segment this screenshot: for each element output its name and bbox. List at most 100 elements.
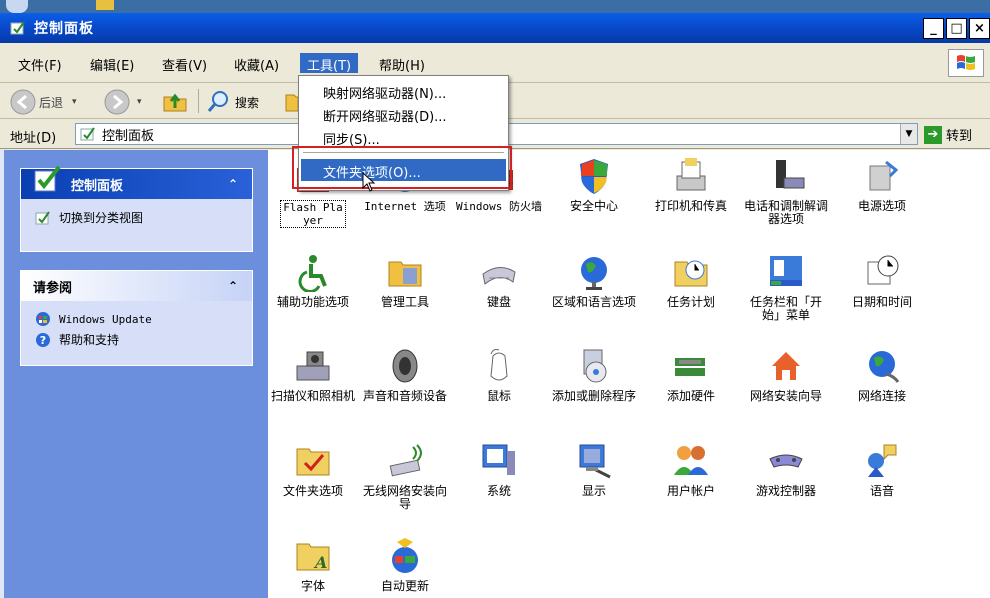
back-dropdown-icon[interactable]: ▾ [72, 97, 77, 107]
cp-item-fonts[interactable]: A 字体 [268, 536, 358, 593]
menu-file[interactable]: 文件(F) [11, 53, 69, 74]
cp-item-printers[interactable]: 打印机和传真 [646, 156, 736, 213]
fonts-icon: A [296, 543, 330, 572]
windows-update-label: Windows Update [59, 312, 152, 326]
cp-item-keyboard[interactable]: 键盘 [454, 252, 544, 309]
cp-item-system[interactable]: 系统 [454, 441, 544, 498]
map-network-drive-item[interactable]: 映射网络驱动器(N)... [301, 80, 506, 102]
restore-button[interactable]: □ [946, 18, 967, 39]
cp-item-label: 系统 [486, 484, 511, 498]
go-label: 转到 [946, 129, 973, 144]
cp-item-label: 添加或删除程序 [551, 389, 636, 403]
folder-options-icon [296, 448, 330, 476]
collapse-chevron-icon[interactable]: ⌃ [228, 279, 238, 293]
address-value: 控制面板 [102, 128, 155, 144]
cp-item-user-accounts[interactable]: 用户帐户 [646, 441, 736, 498]
search-label: 搜索 [235, 95, 260, 110]
disconnect-network-drive-item[interactable]: 断开网络驱动器(D)... [301, 103, 506, 125]
menu-edit[interactable]: 编辑(E) [83, 53, 141, 74]
go-arrow-icon: ➔ [924, 125, 942, 144]
go-button[interactable]: ➔ 转到 [924, 125, 972, 144]
windows-update-link[interactable]: Windows Update [21, 309, 252, 329]
cp-item-mouse[interactable]: 鼠标 [454, 346, 544, 403]
cp-item-network-setup[interactable]: 网络安装向导 [741, 346, 831, 403]
cp-item-label: 日期和时间 [851, 295, 912, 309]
cp-item-scanner-camera[interactable]: 扫描仪和照相机 [268, 346, 358, 403]
control-panel-section-header[interactable]: 控制面板 ⌃ [21, 165, 252, 199]
cp-item-label: 鼠标 [486, 389, 511, 403]
cp-item-region-language[interactable]: 区域和语言选项 [549, 252, 639, 309]
printers-icon [676, 158, 706, 191]
up-button[interactable] [162, 89, 188, 113]
cp-item-label: 无线网络安装向导 [362, 484, 447, 511]
cp-item-folder-options[interactable]: 文件夹选项 [268, 441, 358, 498]
taskbar-icon [770, 256, 802, 286]
cp-item-game-controllers[interactable]: 游戏控制器 [741, 441, 831, 498]
cp-item-wireless-setup[interactable]: 无线网络安装向导 [360, 441, 450, 511]
cp-item-accessibility[interactable]: 辅助功能选项 [268, 252, 358, 309]
cp-item-label: 打印机和传真 [654, 199, 727, 213]
cp-item-date-time[interactable]: 日期和时间 [837, 252, 927, 309]
cp-item-sound[interactable]: 声音和音频设备 [360, 346, 450, 403]
cp-item-auto-update[interactable]: 自动更新 [360, 536, 450, 593]
cp-item-phone-modem[interactable]: 电话和调制解调器选项 [741, 156, 831, 226]
windows-logo-icon [948, 49, 984, 77]
folders-icon [285, 94, 298, 112]
cp-item-label: Internet 选项 [364, 200, 446, 213]
search-icon [207, 91, 228, 112]
synchronize-item[interactable]: 同步(S)... [301, 126, 506, 148]
collapse-chevron-icon[interactable]: ⌃ [228, 177, 238, 191]
accessibility-icon [298, 255, 327, 292]
cp-item-label: 电话和调制解调器选项 [743, 199, 828, 226]
menu-tools[interactable]: 工具(T) [300, 53, 359, 74]
menu-favorites[interactable]: 收藏(A) [227, 53, 286, 74]
cp-item-label: 网络安装向导 [749, 389, 822, 403]
add-hardware-icon [675, 358, 705, 376]
cp-item-scheduled-tasks[interactable]: 任务计划 [646, 252, 736, 309]
cp-item-label: 任务计划 [666, 295, 715, 309]
cp-item-label: 文件夹选项 [282, 484, 343, 498]
cp-item-label: 声音和音频设备 [362, 389, 447, 403]
display-icon [579, 444, 611, 479]
cp-item-speech[interactable]: 语音 [837, 441, 927, 498]
minimize-button[interactable]: _ [923, 18, 944, 39]
cp-item-admin-tools[interactable]: 管理工具 [360, 252, 450, 309]
help-support-link[interactable]: ? 帮助和支持 [21, 329, 252, 350]
cp-item-taskbar[interactable]: 任务栏和「开始」菜单 [741, 252, 831, 322]
game-controllers-icon [769, 454, 803, 468]
task-pane: 控制面板 ⌃ 切换到分类视图 请参阅 ⌃ Windows Update ? 帮助… [0, 150, 268, 598]
forward-dropdown-icon[interactable]: ▾ [137, 97, 142, 107]
cp-item-display[interactable]: 显示 [549, 441, 639, 498]
cp-item-power-options[interactable]: 电源选项 [837, 156, 927, 213]
menu-view[interactable]: 查看(V) [155, 53, 214, 74]
cp-item-label: 自动更新 [380, 579, 429, 593]
desktop-strip [0, 0, 990, 13]
control-panel-icon [10, 21, 25, 35]
back-button[interactable]: 后退 ▾ [10, 89, 77, 115]
see-also-section: 请参阅 ⌃ Windows Update ? 帮助和支持 [20, 270, 253, 366]
cp-item-label: 辅助功能选项 [276, 295, 349, 309]
cp-item-label: 字体 [300, 579, 325, 593]
back-arrow-icon [10, 89, 36, 115]
cp-item-network-connections[interactable]: 网络连接 [837, 346, 927, 403]
switch-category-view-link[interactable]: 切换到分类视图 [21, 205, 252, 230]
see-also-header[interactable]: 请参阅 ⌃ [21, 271, 252, 301]
folders-button[interactable] [284, 89, 298, 113]
search-button[interactable]: 搜索 [206, 89, 259, 115]
window-title: 控制面板 [34, 21, 94, 37]
cp-item-label: 添加硬件 [666, 389, 715, 403]
scanner-camera-icon [296, 351, 330, 381]
cp-item-add-remove-programs[interactable]: 添加或删除程序 [549, 346, 639, 403]
cp-item-label: 任务栏和「开始」菜单 [749, 295, 822, 322]
cp-item-security-center[interactable]: 安全中心 [549, 156, 639, 213]
forward-arrow-icon [104, 89, 130, 115]
forward-button[interactable]: ▾ [104, 89, 142, 115]
cp-item-add-hardware[interactable]: 添加硬件 [646, 346, 736, 403]
back-label: 后退 [39, 95, 64, 110]
menu-help[interactable]: 帮助(H) [372, 53, 432, 74]
user-accounts-icon [674, 446, 708, 475]
folder-options-item[interactable]: 文件夹选项(O)... [301, 159, 506, 181]
title-bar[interactable]: 控制面板 _ □ × [0, 13, 990, 43]
address-dropdown-icon[interactable]: ▼ [900, 124, 917, 144]
close-button[interactable]: × [969, 18, 990, 39]
